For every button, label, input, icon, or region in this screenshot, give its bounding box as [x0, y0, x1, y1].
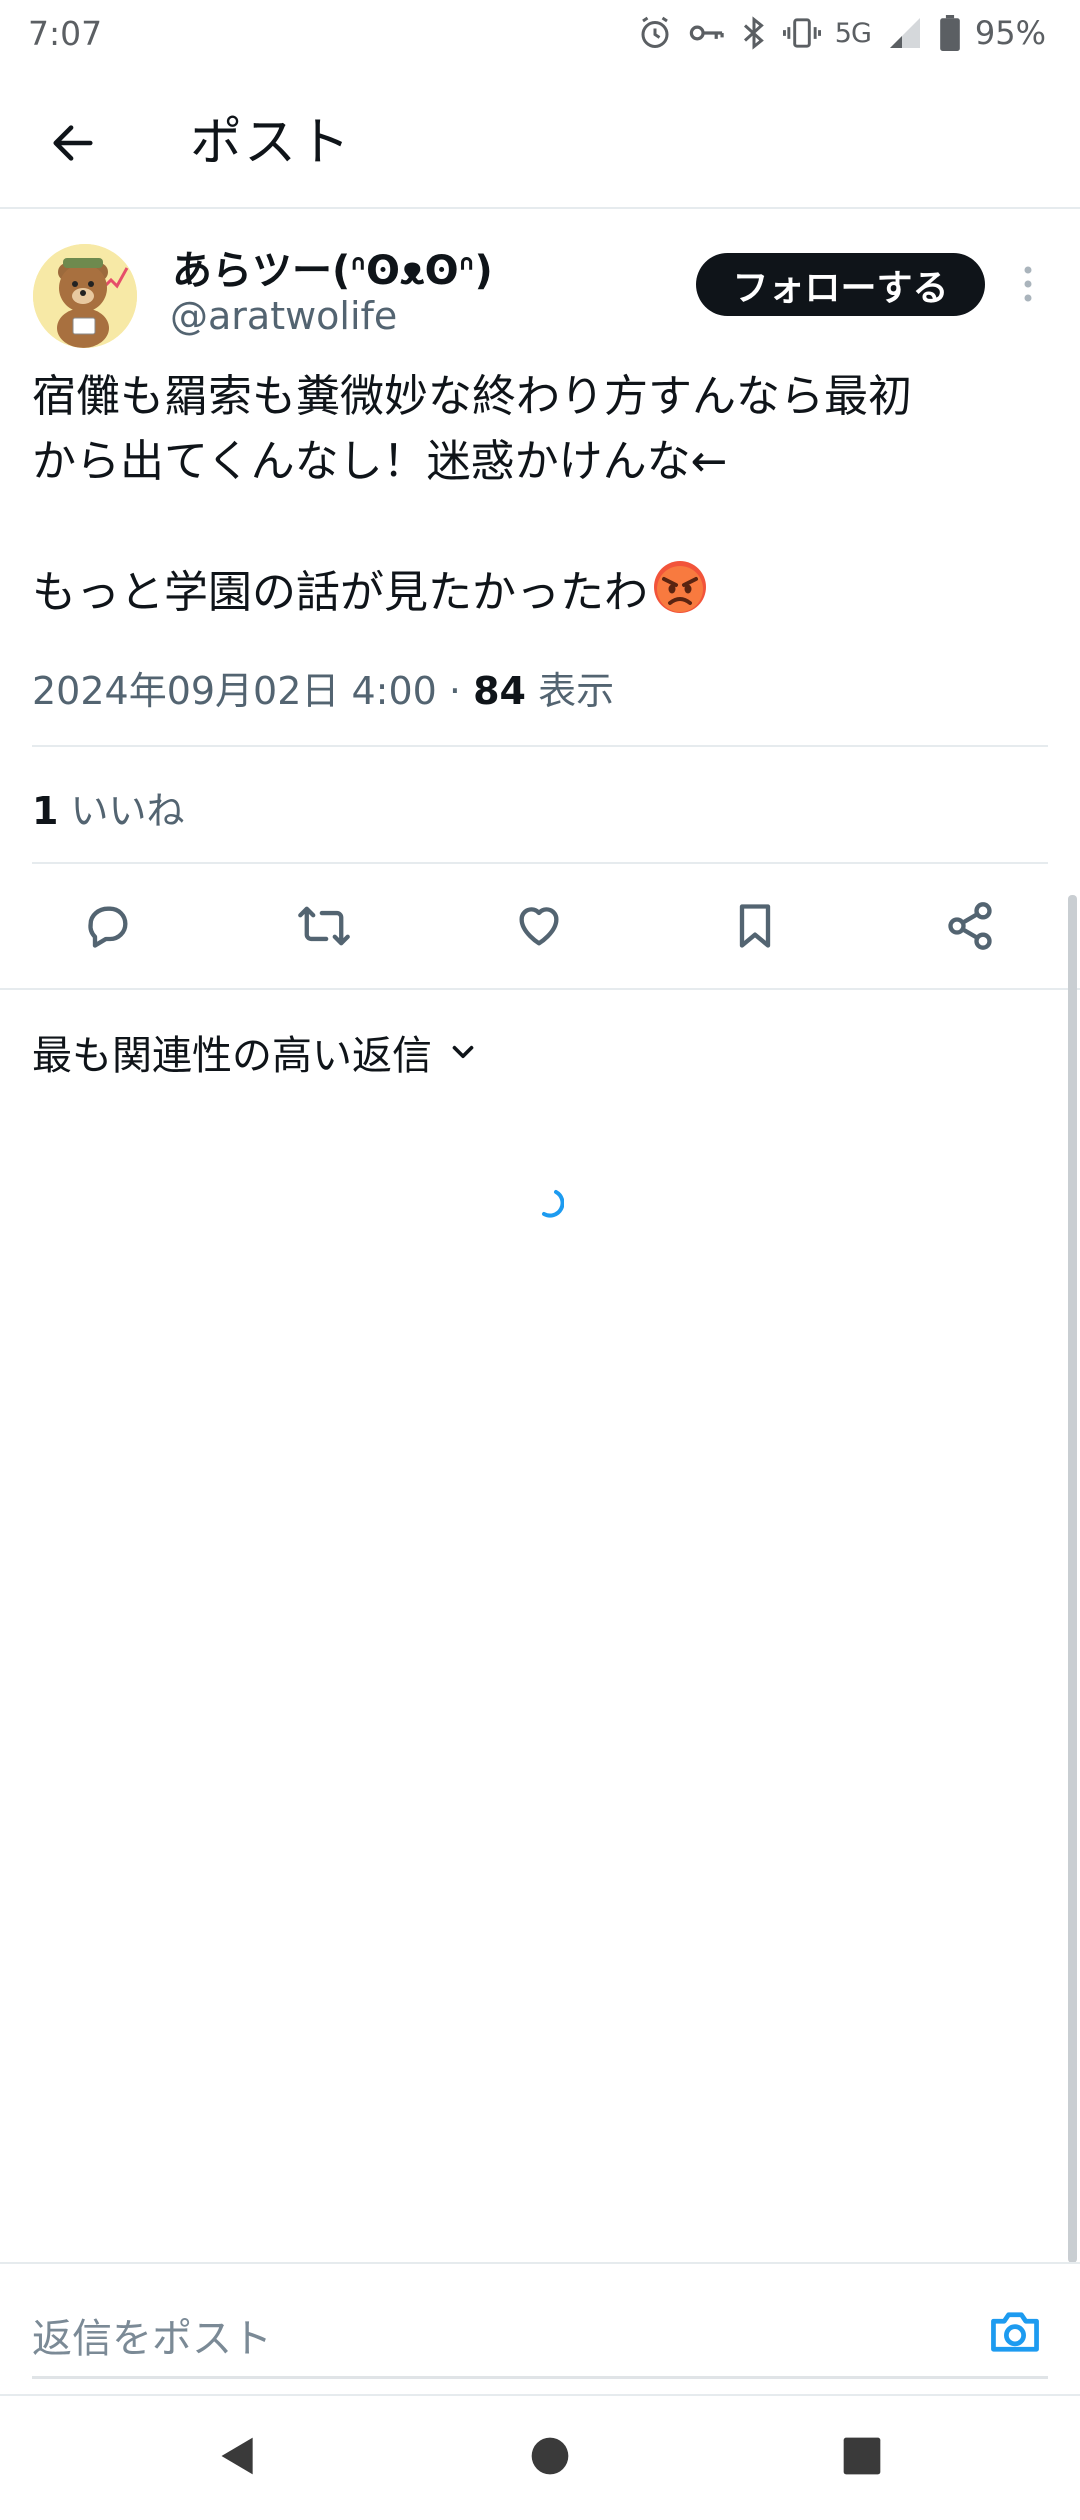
network-type: 5G — [834, 17, 872, 49]
chevron-down-icon — [452, 1045, 474, 1059]
loading-spinner — [536, 1188, 565, 1222]
divider — [0, 988, 1080, 990]
status-bar: 7:07 5G 95% — [0, 0, 1080, 66]
likes-count: 1 — [32, 789, 59, 833]
divider — [32, 745, 1048, 747]
post-meta: 2024年09月02日 4:00 · 84 表示 — [32, 660, 614, 715]
heart-icon — [519, 907, 559, 946]
loading-spinner-icon — [542, 1190, 565, 1218]
nav-recents-button[interactable] — [832, 2426, 892, 2486]
action-bar — [0, 888, 1080, 964]
post-text-line: から出てくんなし！迷惑かけんな← — [32, 436, 728, 487]
app-bar: ポスト — [0, 66, 1080, 209]
angry-face-icon — [652, 559, 708, 633]
nav-back-button[interactable] — [208, 2426, 268, 2486]
bear-avatar-icon — [33, 244, 137, 348]
views-count[interactable]: 84 — [473, 669, 526, 713]
bookmark-icon — [739, 904, 771, 948]
reply-input[interactable]: 返信をポスト — [32, 2306, 272, 2364]
post-text-line: 宿儺も羂索も糞微妙な終わり方すんなら最初 — [32, 371, 912, 422]
square-recents-icon — [843, 2437, 881, 2475]
reply-button[interactable] — [70, 888, 146, 964]
reply-composer: 返信をポスト — [0, 2262, 1080, 2394]
post-text-line: もっと学園の話が見たかったわ — [32, 559, 1052, 633]
user-handle[interactable]: @aratwolife — [170, 294, 397, 338]
reply-input-underline — [32, 2376, 1048, 2379]
camera-button[interactable] — [985, 2302, 1045, 2362]
share-button[interactable] — [932, 888, 1008, 964]
circle-home-icon — [531, 2437, 569, 2475]
repost-icon — [298, 906, 350, 946]
avatar[interactable] — [33, 244, 137, 348]
signal-icon — [889, 18, 920, 48]
status-icons: 5G 95% — [637, 14, 1046, 52]
meta-separator: · — [448, 669, 462, 713]
repost-button[interactable] — [286, 888, 362, 964]
status-time: 7:07 — [28, 13, 103, 53]
more-options-button[interactable] — [1010, 256, 1046, 312]
likes-label: いいね — [70, 789, 185, 833]
bluetooth-icon — [743, 16, 764, 50]
divider — [32, 862, 1048, 864]
share-icon — [948, 902, 992, 950]
vibrate-icon — [782, 18, 821, 48]
camera-icon — [991, 2312, 1039, 2352]
post-text: 宿儺も羂索も糞微妙な終わり方すんなら最初 から出てくんなし！迷惑かけんな← もっ… — [32, 364, 1052, 633]
battery-level: 95% — [974, 14, 1046, 52]
reply-sort-dropdown[interactable]: 最も関連性の高い返信 — [32, 1023, 480, 1081]
scrollbar[interactable] — [1068, 895, 1077, 2263]
page-title: ポスト — [190, 113, 353, 173]
like-button[interactable] — [501, 888, 577, 964]
alarm-icon — [641, 16, 669, 48]
back-button[interactable] — [36, 106, 110, 180]
nav-home-button[interactable] — [520, 2426, 580, 2486]
more-vertical-icon — [1024, 266, 1032, 302]
post-text-line-content: もっと学園の話が見たかったわ — [32, 567, 648, 618]
system-nav-bar — [0, 2394, 1080, 2520]
post-timestamp: 2024年09月02日 4:00 — [32, 669, 437, 713]
battery-icon — [940, 15, 960, 51]
reply-icon — [88, 906, 128, 948]
display-name[interactable]: あらツー(ᐢʘᴥʘᐢ) — [172, 238, 493, 296]
follow-button[interactable]: フォローする — [696, 253, 985, 316]
back-arrow-icon — [53, 125, 93, 161]
bookmark-button[interactable] — [717, 888, 793, 964]
triangle-back-icon — [221, 2437, 253, 2475]
reply-sort-label: 最も関連性の高い返信 — [32, 1033, 432, 1079]
likes-summary[interactable]: 1 いいね — [32, 780, 185, 835]
screen: 7:07 5G 95% ポスト あらツー(ᐢʘᴥʘᐢ) @aratwolife … — [0, 0, 1080, 2520]
vpn-key-icon — [689, 25, 724, 41]
views-label: 表示 — [538, 669, 615, 713]
